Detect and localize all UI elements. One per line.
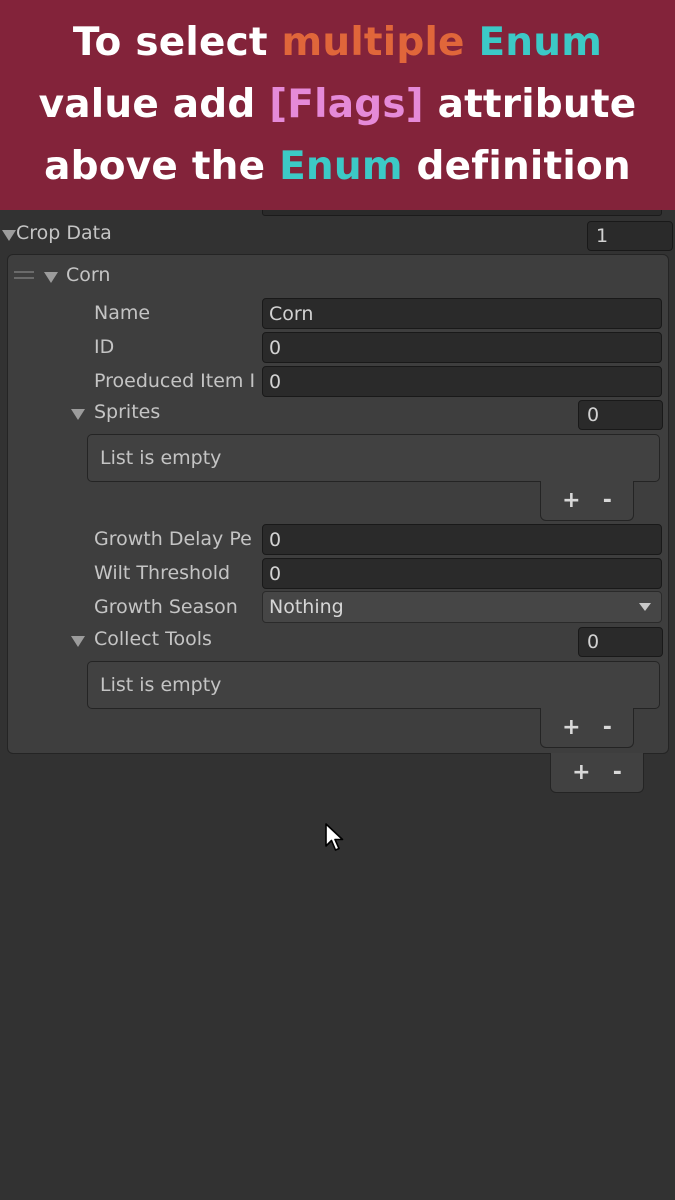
banner-text: attribute (423, 82, 637, 127)
dropdown-caret-icon (639, 603, 651, 611)
foldout-arrow-icon[interactable] (2, 230, 16, 241)
growth-season-value: Nothing (269, 596, 344, 618)
crop-data-count-field[interactable]: 1 (587, 221, 673, 251)
collect-tools-remove-button[interactable]: - (603, 715, 612, 740)
sprites-add-button[interactable]: + (562, 488, 580, 513)
banner-text: definition (402, 144, 631, 189)
sprites-label[interactable]: Sprites (94, 401, 160, 423)
growth-season-label: Growth Season (94, 596, 238, 618)
banner-text: value add (38, 82, 270, 127)
crop-data-remove-button[interactable]: - (613, 760, 622, 785)
banner-line-2: value add [Flags] attribute (39, 74, 637, 136)
banner-space (465, 20, 479, 65)
growth-season-dropdown[interactable]: Nothing (262, 591, 662, 623)
foldout-arrow-icon[interactable] (71, 409, 85, 420)
wilt-threshold-label: Wilt Threshold (94, 562, 231, 584)
banner-line-1: To select multiple Enum (73, 12, 602, 74)
banner-line-3: above the Enum definition (44, 136, 631, 198)
collect-tools-add-button[interactable]: + (562, 715, 580, 740)
collect-tools-empty-list: List is empty (87, 661, 660, 709)
growth-delay-label: Growth Delay Pe (94, 528, 252, 550)
sprites-add-remove: + - (540, 481, 634, 521)
sprites-empty-list: List is empty (87, 434, 660, 482)
banner-highlight-multiple: multiple (281, 20, 465, 65)
mouse-cursor-icon (325, 823, 344, 851)
sprites-count-field[interactable]: 0 (578, 400, 663, 430)
sprites-remove-button[interactable]: - (603, 488, 612, 513)
crop-data-add-remove: + - (550, 753, 644, 793)
wilt-threshold-field[interactable]: 0 (262, 558, 662, 589)
element-title[interactable]: Corn (66, 264, 110, 286)
collect-tools-add-remove: + - (540, 708, 634, 748)
foldout-arrow-icon[interactable] (71, 636, 85, 647)
id-label: ID (94, 336, 115, 358)
banner-text: To select (72, 20, 282, 65)
growth-delay-field[interactable]: 0 (262, 524, 662, 555)
banner-highlight-enum: Enum (279, 144, 403, 189)
banner-highlight-enum: Enum (478, 20, 603, 65)
name-label: Name (94, 302, 151, 324)
drag-handle-icon[interactable] (14, 271, 34, 281)
name-field[interactable]: Corn (262, 298, 662, 329)
collect-tools-count-field[interactable]: 0 (578, 627, 663, 657)
banner-highlight-flags: [Flags] (269, 82, 424, 127)
foldout-arrow-icon[interactable] (44, 272, 58, 283)
id-field[interactable]: 0 (262, 332, 662, 363)
crop-data-label[interactable]: Crop Data (16, 222, 112, 244)
title-banner: To select multiple Enum value add [Flags… (0, 0, 675, 210)
collect-tools-label[interactable]: Collect Tools (94, 628, 212, 650)
crop-data-add-button[interactable]: + (572, 760, 590, 785)
produced-item-label: Proeduced Item I (94, 370, 256, 392)
produced-item-field[interactable]: 0 (262, 366, 662, 397)
banner-text: above the (44, 144, 280, 189)
